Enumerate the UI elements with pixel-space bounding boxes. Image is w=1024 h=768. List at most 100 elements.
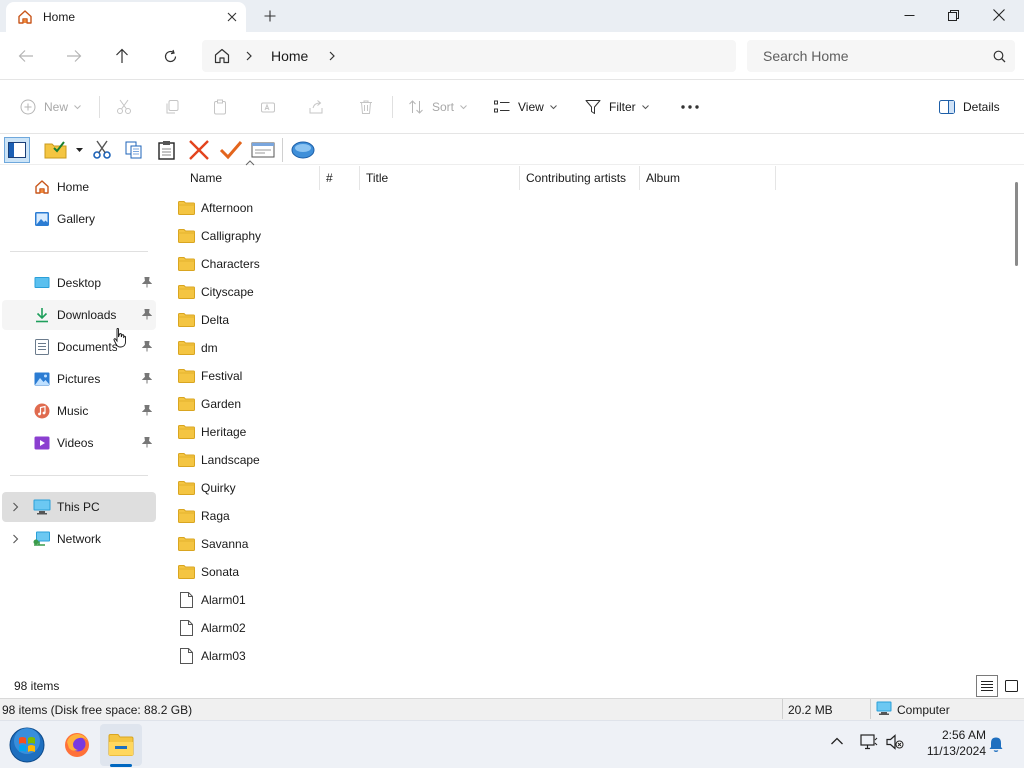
list-item-folder[interactable]: Calligraphy	[174, 222, 474, 250]
file-name: Quirky	[201, 481, 236, 495]
column-separator[interactable]	[519, 166, 520, 190]
list-item-file[interactable]: Alarm01	[174, 586, 474, 614]
taskbar-file-explorer[interactable]	[100, 724, 142, 766]
list-item-folder[interactable]: Delta	[174, 306, 474, 334]
paste-button[interactable]	[212, 92, 228, 122]
list-item-folder[interactable]: dm	[174, 334, 474, 362]
column-header-number[interactable]: #	[326, 166, 356, 190]
delete-button-legacy[interactable]	[186, 137, 212, 163]
taskbar-firefox[interactable]	[56, 724, 98, 766]
share-button[interactable]	[308, 92, 324, 122]
rename-button[interactable]	[260, 92, 276, 122]
column-separator[interactable]	[319, 166, 320, 190]
sidebar-item-this-pc[interactable]: This PC	[2, 492, 156, 522]
chevron-right-icon[interactable]	[12, 534, 19, 544]
list-item-folder[interactable]: Raga	[174, 502, 474, 530]
clock-time[interactable]: 2:56 AM	[914, 728, 986, 742]
details-view-button[interactable]	[976, 675, 998, 697]
chevron-up-icon[interactable]	[830, 736, 844, 746]
list-item-folder[interactable]: Heritage	[174, 418, 474, 446]
cut-button[interactable]	[116, 92, 132, 122]
chevron-right-icon[interactable]	[12, 502, 19, 512]
chevron-right-icon[interactable]	[328, 51, 336, 61]
search-box[interactable]	[747, 40, 1015, 72]
details-button[interactable]: Details	[939, 92, 1000, 122]
forward-button[interactable]	[58, 40, 90, 72]
address-bar[interactable]: Home	[202, 40, 736, 72]
filter-button[interactable]: Filter	[585, 92, 649, 122]
pin-icon[interactable]	[142, 341, 152, 352]
list-item-file[interactable]: Alarm03	[174, 642, 474, 670]
more-options-button[interactable]	[680, 92, 700, 122]
paste-button-legacy[interactable]	[154, 137, 180, 163]
new-tab-button[interactable]	[258, 4, 282, 28]
sidebar-item-home[interactable]: Home	[2, 172, 156, 202]
action-center-icon[interactable]	[860, 734, 878, 750]
list-item-folder[interactable]: Afternoon	[174, 194, 474, 222]
column-header-title[interactable]: Title	[366, 166, 516, 190]
copy-icon	[124, 140, 144, 160]
list-item-folder[interactable]: Cityscape	[174, 278, 474, 306]
notification-bell-icon[interactable]	[988, 736, 1004, 753]
volume-muted-icon[interactable]	[886, 734, 904, 750]
documents-icon	[33, 338, 51, 356]
list-item-folder[interactable]: Landscape	[174, 446, 474, 474]
list-item-folder[interactable]: Sonata	[174, 558, 474, 586]
move-to-folder-button[interactable]	[40, 137, 86, 163]
view-button[interactable]: View	[494, 92, 557, 122]
sidebar-item-desktop[interactable]: Desktop	[2, 268, 156, 298]
tab-home[interactable]: Home	[6, 2, 246, 32]
column-separator[interactable]	[775, 166, 776, 190]
vertical-scrollbar[interactable]	[1012, 166, 1024, 674]
pin-icon[interactable]	[142, 405, 152, 416]
apply-button-legacy[interactable]	[218, 137, 244, 163]
sidebar-item-videos[interactable]: Videos	[2, 428, 156, 458]
column-header-label: Name	[190, 171, 223, 185]
pin-icon[interactable]	[142, 309, 152, 320]
cut-button-legacy[interactable]	[89, 137, 115, 163]
copy-button[interactable]	[164, 92, 180, 122]
sidebar-item-pictures[interactable]: Pictures	[2, 364, 156, 394]
refresh-button[interactable]	[154, 40, 186, 72]
large-icons-view-button[interactable]	[1000, 675, 1022, 697]
chevron-right-icon[interactable]	[245, 51, 253, 61]
list-item-folder[interactable]: Garden	[174, 390, 474, 418]
list-item-file[interactable]: Alarm02	[174, 614, 474, 642]
sidebar-item-network[interactable]: Network	[2, 524, 156, 554]
sort-button[interactable]: Sort	[408, 92, 467, 122]
up-button[interactable]	[106, 40, 138, 72]
search-icon[interactable]	[993, 50, 1006, 63]
list-item-folder[interactable]: Quirky	[174, 474, 474, 502]
new-button[interactable]: New	[20, 92, 81, 122]
pin-icon[interactable]	[142, 437, 152, 448]
back-button[interactable]	[10, 40, 42, 72]
column-header-album[interactable]: Album	[646, 166, 772, 190]
pin-icon[interactable]	[142, 277, 152, 288]
home-icon[interactable]	[213, 47, 231, 65]
delete-button[interactable]	[358, 92, 374, 122]
column-header-contributing-artists[interactable]: Contributing artists	[526, 166, 636, 190]
close-tab-icon[interactable]	[218, 3, 246, 31]
search-input[interactable]	[763, 48, 983, 64]
pin-icon[interactable]	[142, 373, 152, 384]
start-button[interactable]	[6, 724, 48, 766]
column-separator[interactable]	[639, 166, 640, 190]
list-item-folder[interactable]: Festival	[174, 362, 474, 390]
column-separator[interactable]	[359, 166, 360, 190]
navigation-pane-toggle[interactable]	[4, 137, 30, 163]
scrollbar-thumb[interactable]	[1015, 182, 1018, 266]
minimize-button[interactable]	[886, 0, 932, 30]
list-item-folder[interactable]: Characters	[174, 250, 474, 278]
sidebar-item-downloads[interactable]: Downloads	[2, 300, 156, 330]
list-item-folder[interactable]: Savanna	[174, 530, 474, 558]
close-window-button[interactable]	[976, 0, 1022, 30]
sidebar-item-gallery[interactable]: Gallery	[2, 204, 156, 234]
column-header-name[interactable]: Name	[190, 166, 318, 190]
network-drive-button-legacy[interactable]	[290, 137, 316, 163]
breadcrumb-home[interactable]: Home	[271, 48, 308, 64]
sidebar-item-documents[interactable]: Documents	[2, 332, 156, 362]
copy-button-legacy[interactable]	[121, 137, 147, 163]
sidebar-item-music[interactable]: Music	[2, 396, 156, 426]
clock-date[interactable]: 11/13/2024	[914, 744, 986, 758]
maximize-button[interactable]	[930, 0, 976, 30]
